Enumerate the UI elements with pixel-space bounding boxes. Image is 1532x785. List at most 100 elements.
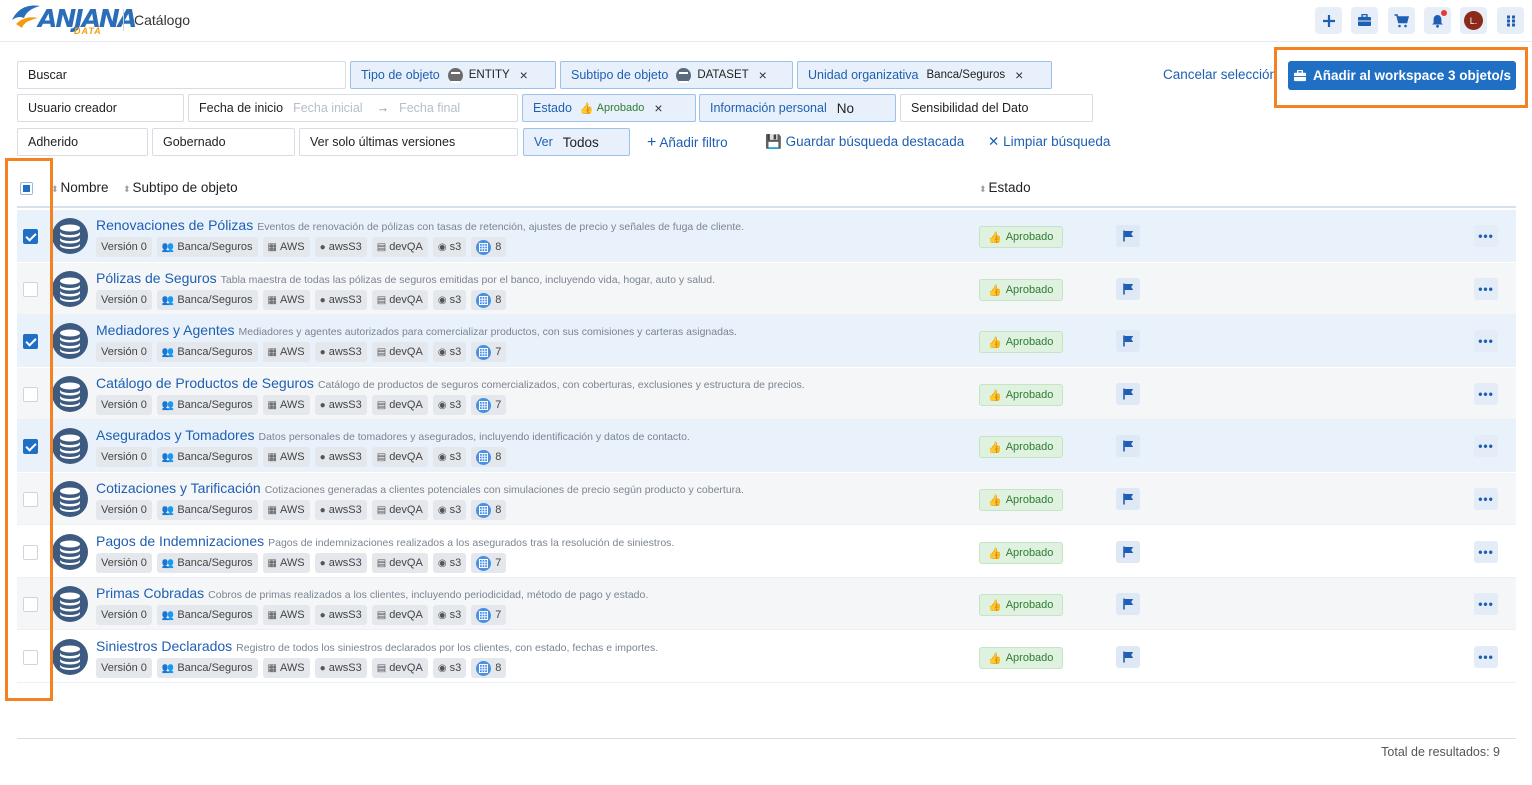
creator-user-filter[interactable]: Usuario creador bbox=[17, 94, 184, 122]
users-icon: 👥 bbox=[161, 451, 175, 463]
row-title-link[interactable]: Asegurados y Tomadores bbox=[96, 427, 255, 443]
flag-button[interactable] bbox=[1116, 646, 1140, 668]
state-filter[interactable]: Estado 👍 Aprobado × bbox=[522, 94, 696, 122]
row-checkbox[interactable] bbox=[23, 439, 38, 454]
remove-org-unit-icon[interactable]: × bbox=[1015, 67, 1023, 83]
row-title-link[interactable]: Siniestros Declarados bbox=[96, 638, 232, 654]
row-title-link[interactable]: Catálogo de Productos de Seguros bbox=[96, 375, 314, 391]
environment-tag-label: devQA bbox=[389, 609, 423, 621]
row-title-link[interactable]: Cotizaciones y Tarificación bbox=[96, 480, 261, 496]
row-title-link[interactable]: Primas Cobradas bbox=[96, 585, 204, 601]
location-tag-label: s3 bbox=[449, 451, 462, 463]
row-title-link[interactable]: Mediadores y Agentes bbox=[96, 322, 235, 338]
add-button[interactable] bbox=[1315, 7, 1342, 34]
notifications-button[interactable] bbox=[1424, 7, 1451, 34]
table-row[interactable]: Siniestros Declarados Registro de todos l… bbox=[17, 631, 1516, 683]
column-subtype-header[interactable]: ⬍ Subtipo de objeto bbox=[123, 180, 238, 195]
flag-icon bbox=[1122, 598, 1133, 610]
save-search-link[interactable]: 💾 Guardar búsqueda destacada bbox=[765, 134, 964, 150]
personal-info-filter[interactable]: Información personal No bbox=[699, 94, 896, 122]
flag-button[interactable] bbox=[1116, 330, 1140, 352]
table-row[interactable]: Asegurados y Tomadores Datos personales d… bbox=[17, 420, 1516, 472]
environment-tag-label: devQA bbox=[389, 451, 423, 463]
flag-button[interactable] bbox=[1116, 488, 1140, 510]
select-all-checkbox[interactable] bbox=[20, 182, 33, 195]
add-filter-link[interactable]: + Añadir filtro bbox=[647, 134, 728, 152]
row-title-link[interactable]: Pólizas de Seguros bbox=[96, 270, 217, 286]
logo-sub: DATA bbox=[74, 26, 102, 36]
row-checkbox[interactable] bbox=[23, 650, 38, 665]
column-name-header[interactable]: ⬍ Nombre bbox=[51, 180, 109, 195]
governed-filter[interactable]: Gobernado bbox=[152, 128, 295, 156]
table-row[interactable]: Primas Cobradas Cobros de primas realizad… bbox=[17, 578, 1516, 630]
more-options-button[interactable]: ••• bbox=[1474, 646, 1498, 668]
row-title-link[interactable]: Pagos de Indemnizaciones bbox=[96, 533, 264, 549]
remove-state-icon[interactable]: × bbox=[654, 100, 662, 116]
start-date-placeholder[interactable]: Fecha inicial bbox=[293, 101, 362, 115]
pin-icon: ◉ bbox=[437, 294, 447, 306]
row-checkbox[interactable] bbox=[23, 492, 38, 507]
row-tags: Versión 0 👥 Banca/Seguros ▦ AWS ● awsS3 ▤ devQA ◉… bbox=[96, 342, 507, 362]
row-checkbox[interactable] bbox=[23, 597, 38, 612]
table-row[interactable]: Mediadores y Agentes Mediadores y agentes… bbox=[17, 315, 1516, 367]
more-options-button[interactable]: ••• bbox=[1474, 383, 1498, 405]
more-options-button[interactable]: ••• bbox=[1474, 225, 1498, 247]
add-to-workspace-button[interactable]: Añadir al workspace 3 objeto/s bbox=[1288, 61, 1516, 90]
workspace-button[interactable] bbox=[1351, 7, 1378, 34]
user-avatar-button[interactable]: L. bbox=[1460, 7, 1487, 34]
status-badge: 👍 Aprobado bbox=[979, 226, 1063, 248]
row-checkbox[interactable] bbox=[23, 387, 38, 402]
row-checkbox[interactable] bbox=[23, 229, 38, 244]
adhered-filter[interactable]: Adherido bbox=[17, 128, 148, 156]
more-options-button[interactable]: ••• bbox=[1474, 488, 1498, 510]
latest-versions-label: Ver solo últimas versiones bbox=[310, 135, 456, 149]
row-title-line: Mediadores y Agentes Mediadores y agentes… bbox=[96, 322, 737, 338]
bulb-icon: ● bbox=[319, 504, 326, 516]
status-badge: 👍 Aprobado bbox=[979, 436, 1063, 458]
object-type-chip: ENTITY × bbox=[447, 67, 528, 83]
cancel-selection-link[interactable]: Cancelar selección bbox=[1163, 67, 1277, 82]
flag-button[interactable] bbox=[1116, 593, 1140, 615]
remove-object-subtype-icon[interactable]: × bbox=[759, 67, 767, 83]
more-options-button[interactable]: ••• bbox=[1474, 278, 1498, 300]
flag-button[interactable] bbox=[1116, 278, 1140, 300]
object-subtype-filter[interactable]: Subtipo de objeto DATASET × bbox=[560, 61, 793, 89]
cart-button[interactable] bbox=[1388, 7, 1415, 34]
more-options-button[interactable]: ••• bbox=[1474, 435, 1498, 457]
location-tag: ◉ s3 bbox=[432, 605, 467, 625]
flag-button[interactable] bbox=[1116, 541, 1140, 563]
more-options-button[interactable]: ••• bbox=[1474, 593, 1498, 615]
row-checkbox[interactable] bbox=[23, 334, 38, 349]
table-row[interactable]: Cotizaciones y Tarificación Cotizaciones … bbox=[17, 473, 1516, 525]
object-type-filter[interactable]: Tipo de objeto ENTITY × bbox=[350, 61, 556, 89]
apps-menu-button[interactable] bbox=[1497, 7, 1524, 34]
table-row[interactable]: Catálogo de Productos de Seguros Catálogo… bbox=[17, 368, 1516, 420]
flag-button[interactable] bbox=[1116, 225, 1140, 247]
flag-button[interactable] bbox=[1116, 383, 1140, 405]
search-input[interactable]: Buscar bbox=[17, 61, 346, 89]
clear-search-link[interactable]: ✕ Limpiar búsqueda bbox=[988, 134, 1110, 150]
version-tag: Versión 0 bbox=[96, 500, 152, 520]
column-state-header[interactable]: ⬍ Estado bbox=[979, 180, 1031, 195]
sensitivity-filter[interactable]: Sensibilidad del Dato bbox=[900, 94, 1093, 122]
fields-count-tag: 8 bbox=[471, 447, 507, 467]
table-row[interactable]: Pólizas de Seguros Tabla maestra de todas… bbox=[17, 263, 1516, 315]
row-tags: Versión 0 👥 Banca/Seguros ▦ AWS ● awsS3 ▤ devQA ◉… bbox=[96, 447, 507, 467]
location-tag-label: s3 bbox=[449, 609, 462, 621]
table-row[interactable]: Pagos de Indemnizaciones Pagos de indemni… bbox=[17, 526, 1516, 578]
end-date-placeholder[interactable]: Fecha final bbox=[399, 101, 460, 115]
remove-object-type-icon[interactable]: × bbox=[520, 67, 528, 83]
anjana-logo[interactable]: ANJANA DATA bbox=[10, 2, 137, 38]
row-title-link[interactable]: Renovaciones de Pólizas bbox=[96, 217, 253, 233]
environment-tag-label: devQA bbox=[389, 346, 423, 358]
org-unit-filter[interactable]: Unidad organizativa Banca/Seguros × bbox=[797, 61, 1052, 89]
latest-versions-filter[interactable]: Ver solo últimas versiones bbox=[299, 128, 518, 156]
flag-button[interactable] bbox=[1116, 435, 1140, 457]
table-row[interactable]: Renovaciones de Pólizas Eventos de renova… bbox=[17, 210, 1516, 262]
row-checkbox[interactable] bbox=[23, 282, 38, 297]
view-filter[interactable]: Ver Todos bbox=[523, 128, 630, 156]
row-checkbox[interactable] bbox=[23, 545, 38, 560]
date-range-filter[interactable]: Fecha de inicio Fecha inicial → Fecha fi… bbox=[188, 94, 518, 122]
more-options-button[interactable]: ••• bbox=[1474, 541, 1498, 563]
more-options-button[interactable]: ••• bbox=[1474, 330, 1498, 352]
